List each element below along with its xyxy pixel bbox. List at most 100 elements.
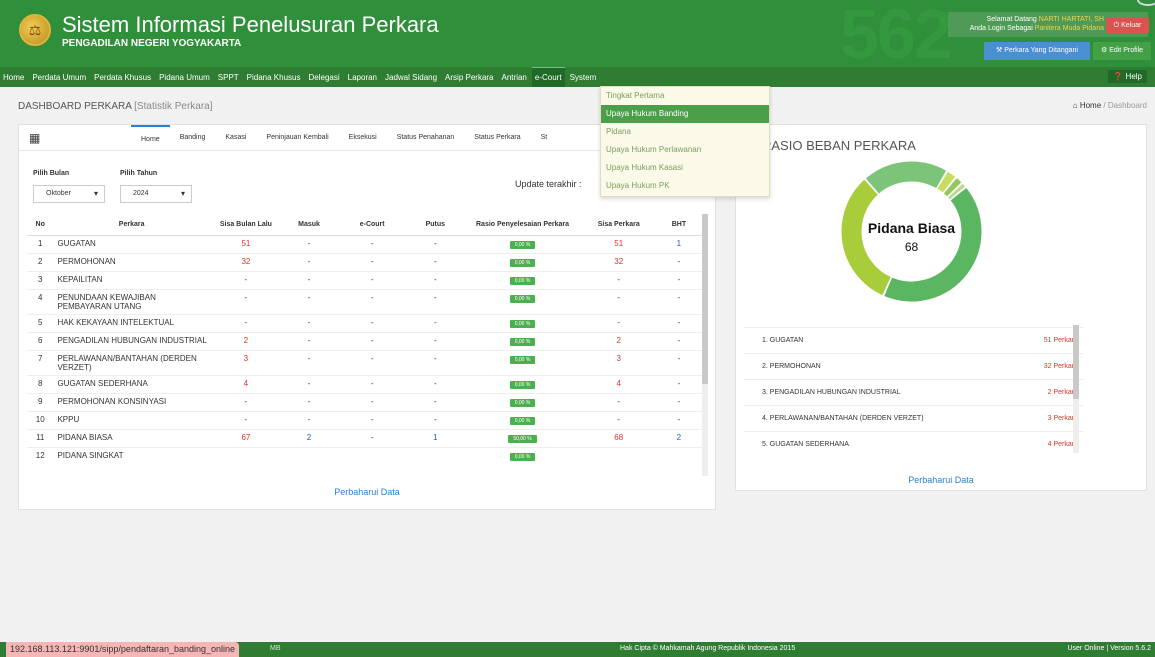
tab-item[interactable]: Status Penahanan [387,125,465,151]
cell-value[interactable]: 4 [617,379,621,388]
table-cell: GUGATAN [53,234,210,253]
table-cell: GUGATAN SEDERHANA [53,374,210,393]
tab-item[interactable]: St [531,125,558,151]
tab-item[interactable]: Kasasi [215,125,256,151]
ratio-item-name: 2. PERMOHONAN [762,363,821,370]
nav-item[interactable]: Arsip Perkara [442,73,496,82]
table-cell: - [336,374,409,393]
cell-value: - [244,292,248,302]
dropdown-item[interactable]: Upaya Hukum Perlawanan [601,141,769,159]
donut-segment[interactable] [841,179,892,296]
donut-segment[interactable] [943,178,962,197]
donut-segment[interactable] [948,183,966,200]
table-row: 7 PERLAWANAN/BANTAHAN (DERDEN VERZET) 3 - - -… [27,349,703,375]
refresh-ratio-link[interactable]: Perbaharui Data [736,475,1146,485]
cell-value[interactable]: 2 [307,433,311,442]
table-cell: - [654,349,703,375]
dropdown-item[interactable]: Upaya Hukum Banding [601,105,769,123]
table-cell: - [654,410,703,429]
donut-segment[interactable] [884,187,982,302]
cell-value[interactable]: 3 [244,354,248,363]
table-cell: 7 [27,349,54,375]
cell-value: - [677,256,681,266]
nav-item[interactable]: Jadwal Sidang [382,73,440,82]
table-cell: - [408,349,463,375]
logout-button[interactable]: ⏻ Keluar [1106,18,1149,34]
dropdown-item[interactable]: Upaya Hukum PK [601,177,769,195]
nav-item[interactable]: Antrian [499,73,530,82]
cell-value: - [307,317,311,327]
cell-value[interactable]: 68 [614,433,623,442]
cell-value[interactable]: 1 [433,433,437,442]
dropdown-item[interactable]: Tingkat Pertama [601,87,769,105]
statistics-table-wrapper: No Perkara Sisa Bulan Lalu Masuk e-Court Putu… [27,215,709,477]
table-cell: - [281,392,337,411]
refresh-table-link[interactable]: Perbaharui Data [19,487,715,497]
donut-segment[interactable] [937,171,956,193]
cell-value: - [307,335,311,345]
cell-value[interactable]: 4 [244,379,248,388]
ratio-list-scrollbar-thumb[interactable] [1073,325,1079,399]
cell-value: 3 [38,274,43,284]
tab-item[interactable]: Banding [170,125,216,151]
cell-value[interactable]: 32 [614,257,623,266]
table-cell: 51 [582,234,655,253]
nav-item[interactable]: Pidana Umum [156,73,213,82]
table-cell: - [654,252,703,271]
cases-handled-label: Perkara Yang Ditangani [1004,47,1078,54]
dropdown-item[interactable]: Pidana [601,123,769,141]
cell-value[interactable]: 32 [241,257,250,266]
help-button[interactable]: ❓ Help [1108,70,1147,83]
cell-value: - [617,396,621,406]
table-cell: 11 [27,428,54,447]
nav-item[interactable]: e-Court [531,67,565,87]
cell-value[interactable]: 51 [614,239,623,248]
cell-value[interactable]: 67 [241,433,250,442]
table-cell: - [408,392,463,411]
dropdown-item[interactable]: Upaya Hukum Kasasi [601,159,769,177]
cell-value[interactable]: 1 [677,239,681,248]
nav-item[interactable]: System [567,73,600,82]
nav-item[interactable]: Home [0,73,27,82]
table-cell: PERMOHONAN KONSINYASI [53,392,210,411]
nav-item[interactable]: Pidana Khusus [244,73,304,82]
cell-value[interactable]: 3 [617,354,621,363]
cell-value: - [433,238,437,248]
cell-value: - [370,414,374,424]
header: 562 ⚖ Sistem Informasi Penelusuran Perka… [0,0,1155,67]
year-select[interactable]: 2024 ▾ [120,185,192,203]
nav-item[interactable]: Perdata Khusus [91,73,154,82]
cell-value: PERMOHONAN KONSINYASI [57,396,167,406]
cell-value[interactable]: 2 [244,336,248,345]
cell-value: - [677,396,681,406]
cell-value: - [370,335,374,345]
cases-handled-button[interactable]: ⚒ Perkara Yang Ditangani [984,42,1090,60]
nav-item[interactable]: Delegasi [306,73,343,82]
table-cell: - [336,234,409,253]
cell-value[interactable]: 2 [617,336,621,345]
grid-icon[interactable]: ▦ [29,131,40,145]
tab-item[interactable]: Home [131,125,170,151]
cell-value: - [370,353,374,363]
table-cell: 51 [209,234,282,253]
cell-value: - [677,353,681,363]
cell-value: - [244,414,248,424]
cell-value[interactable]: 51 [241,239,250,248]
cell-value: - [677,317,681,327]
tab-item[interactable]: Status Perkara [464,125,530,151]
nav-item[interactable]: Laporan [345,73,380,82]
nav-item[interactable]: SPPT [215,73,242,82]
cell-value: PERMOHONAN [57,256,116,266]
nav-item[interactable]: Perdata Umum [29,73,89,82]
table-cell: - [654,392,703,411]
cell-value[interactable]: 2 [677,433,681,442]
table-scrollbar-thumb[interactable] [702,214,708,384]
cell-value: - [370,396,374,406]
column-header: e-Court [336,215,409,236]
edit-profile-button[interactable]: ⚙ Edit Profile [1093,42,1151,60]
tab-item[interactable]: Eksekusi [339,125,387,151]
month-select[interactable]: Oktober ▾ [33,185,105,203]
tab-item[interactable]: Peninjauan Kembali [256,125,338,151]
donut-segment[interactable] [865,161,947,194]
breadcrumb-home[interactable]: Home [1080,101,1101,110]
